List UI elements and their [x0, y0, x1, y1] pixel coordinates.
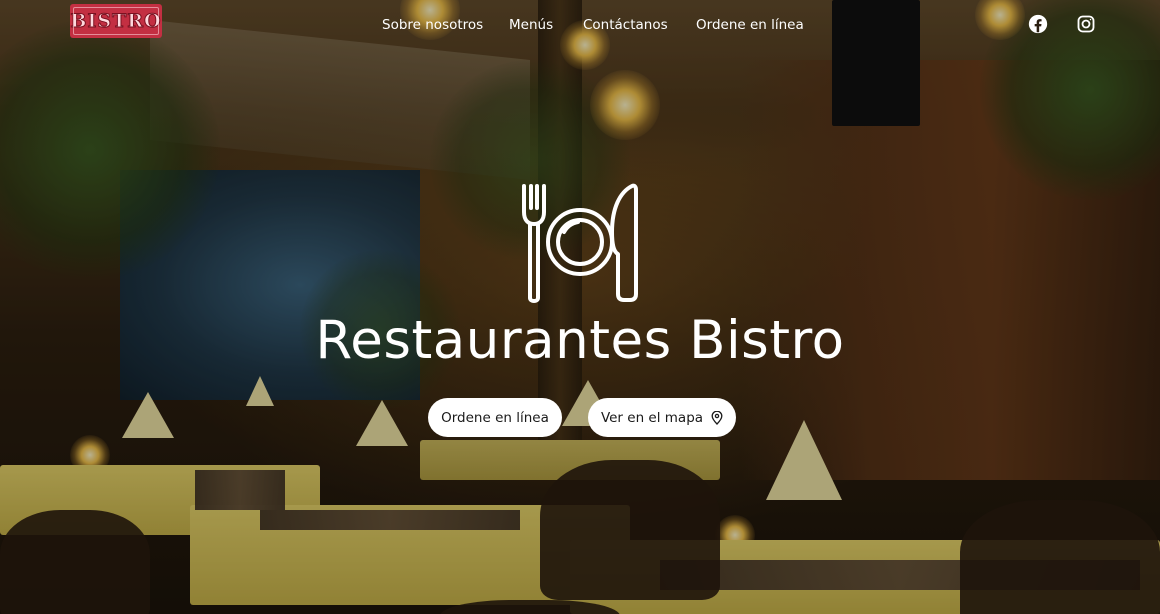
bistro-logo[interactable]: BISTRO	[70, 4, 162, 38]
order-online-button[interactable]: Ordene en línea	[428, 398, 562, 437]
order-online-label: Ordene en línea	[441, 409, 549, 426]
nav-link-order-online[interactable]: Ordene en línea	[696, 16, 804, 34]
view-map-label: Ver en el mapa	[600, 409, 704, 426]
fork-plate-knife-icon	[518, 182, 644, 306]
hero-section: BISTRO Sobre nosotros Menús Contáctanos …	[0, 0, 1160, 614]
logo-border	[73, 7, 159, 35]
view-map-button[interactable]: Ver en el mapa	[588, 398, 736, 437]
nav-link-menus[interactable]: Menús	[509, 16, 553, 34]
facebook-icon[interactable]	[1028, 14, 1048, 34]
nav-link-about[interactable]: Sobre nosotros	[382, 16, 483, 34]
page-title: Restaurantes Bistro	[315, 310, 845, 371]
nav-link-contact[interactable]: Contáctanos	[583, 16, 668, 34]
map-pin-icon	[711, 410, 723, 425]
top-navigation: BISTRO Sobre nosotros Menús Contáctanos …	[0, 0, 1160, 48]
instagram-icon[interactable]	[1076, 14, 1096, 34]
